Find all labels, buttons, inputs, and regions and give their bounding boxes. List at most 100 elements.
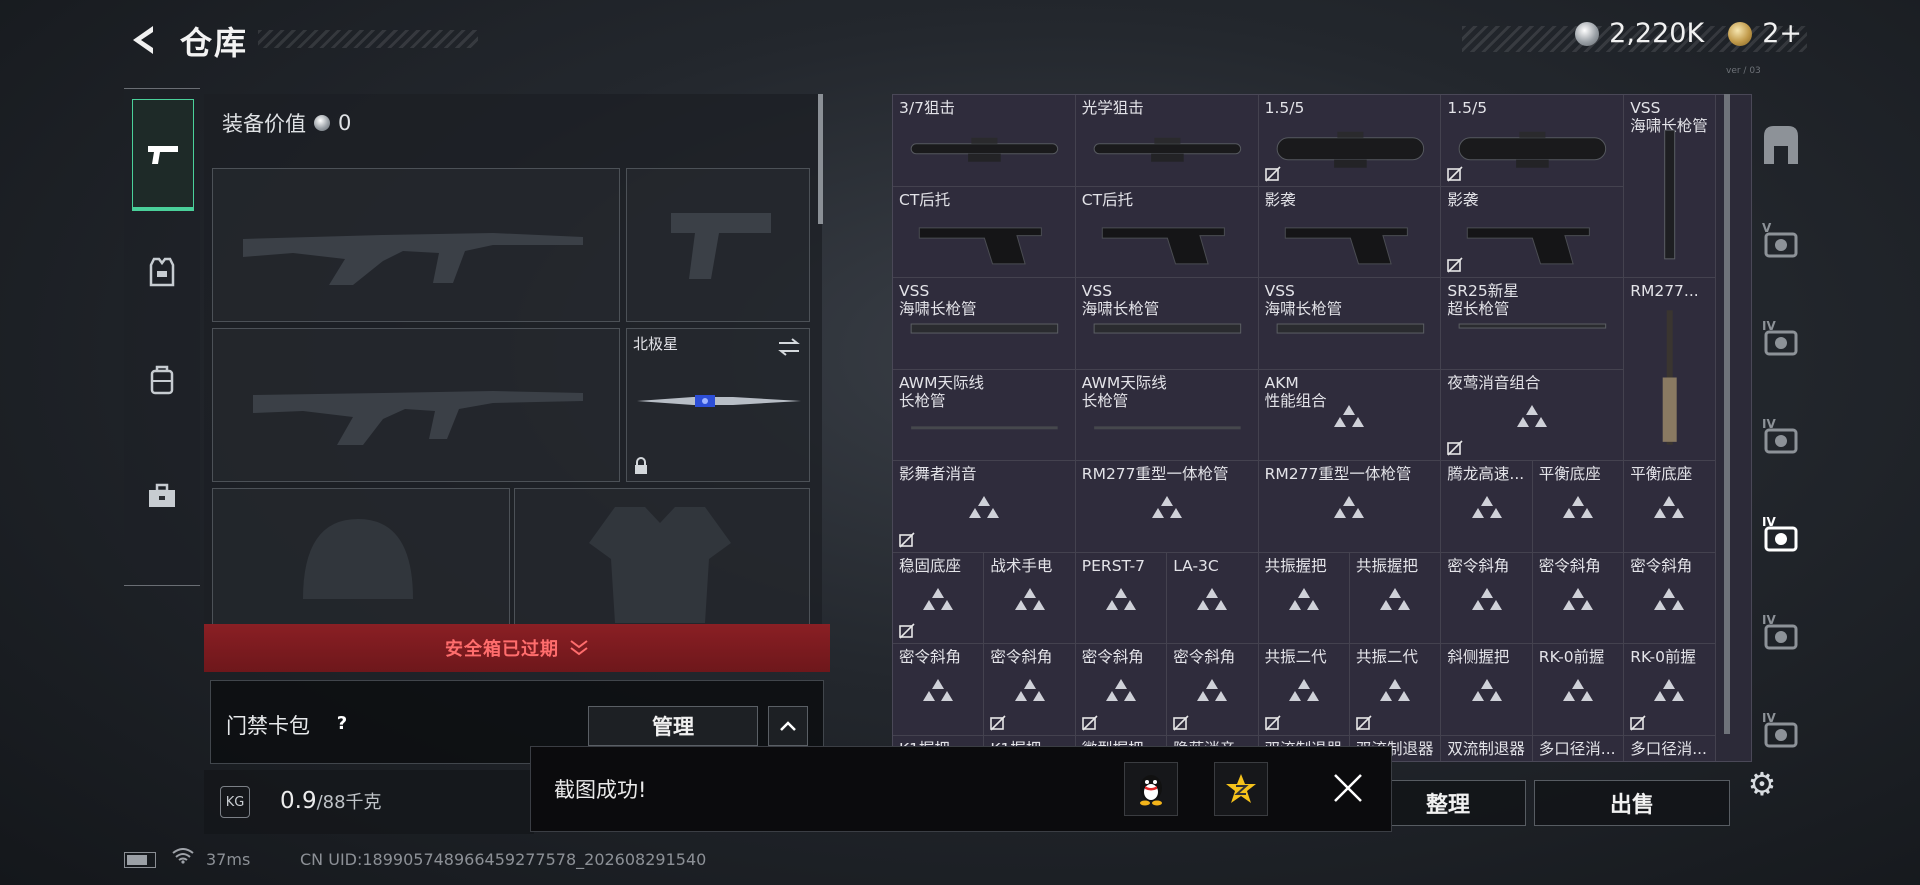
- category-scope-icon[interactable]: V: [1742, 198, 1820, 288]
- equipment-scrollbar[interactable]: [818, 94, 823, 224]
- storage-item[interactable]: 密令斜角: [984, 644, 1076, 736]
- storage-item[interactable]: 密令斜角: [1441, 552, 1533, 644]
- sell-button[interactable]: 出售: [1534, 780, 1730, 826]
- storage-item[interactable]: 斜侧握把: [1441, 644, 1533, 736]
- storage-item[interactable]: 夜莺消音组合: [1441, 369, 1625, 461]
- storage-item[interactable]: 多口径消...: [1624, 735, 1716, 761]
- storage-item-name: 共振二代: [1264, 648, 1327, 666]
- storage-item-name: 密令斜角: [1447, 556, 1510, 575]
- storage-item[interactable]: CT后托: [893, 186, 1076, 278]
- rifle-icon: [1662, 310, 1677, 445]
- expand-button[interactable]: [768, 706, 808, 746]
- storage-item[interactable]: RK-0前握: [1532, 644, 1625, 736]
- rarity-triangle-icon: [1288, 587, 1319, 610]
- helmet-slot[interactable]: [212, 488, 510, 626]
- storage-item[interactable]: 1.5/5: [1441, 95, 1625, 187]
- back-arrow-icon: [133, 26, 153, 54]
- premium-amount[interactable]: 2+: [1762, 18, 1802, 49]
- tab-case[interactable]: [132, 441, 192, 551]
- storage-scrollbar[interactable]: [1724, 94, 1730, 734]
- sidearm-slot[interactable]: [626, 168, 810, 322]
- storage-item[interactable]: LA-3C: [1167, 552, 1259, 644]
- currency-display: 2,220K 2+: [1575, 18, 1802, 49]
- secondary-weapon-slot[interactable]: [212, 328, 620, 482]
- storage-item[interactable]: AWM天际线 长枪管: [893, 369, 1076, 461]
- rarity-triangle-icon: [1334, 496, 1365, 519]
- close-icon[interactable]: [1326, 766, 1370, 810]
- tab-armor[interactable]: [132, 217, 192, 327]
- storage-item-name: RM277重型一体枪管: [1081, 465, 1229, 483]
- stock-icon: [1284, 226, 1408, 264]
- no-trade-icon: [1356, 714, 1372, 731]
- storage-item[interactable]: 光学狙击: [1075, 95, 1259, 187]
- tab-backpack[interactable]: [132, 325, 192, 435]
- storage-item[interactable]: 影袭: [1258, 186, 1442, 278]
- rarity-triangle-icon: [1654, 679, 1685, 702]
- back-button[interactable]: [124, 20, 160, 60]
- scope-icon: [910, 137, 1059, 162]
- storage-item[interactable]: PERST-7: [1075, 552, 1168, 644]
- vest-icon: [149, 257, 175, 287]
- storage-item[interactable]: 多口径消...: [1532, 735, 1625, 761]
- storage-item[interactable]: 密令斜角: [1167, 644, 1259, 736]
- safebox-status-text: 安全箱已过期: [445, 639, 559, 660]
- help-icon[interactable]: ?: [330, 712, 354, 736]
- storage-item[interactable]: AKM 性能组合: [1258, 369, 1442, 461]
- storage-item[interactable]: 共振握把: [1258, 552, 1350, 644]
- storage-item[interactable]: 平衡底座: [1532, 461, 1625, 553]
- storage-item[interactable]: 共振二代: [1350, 644, 1442, 736]
- primary-weapon-slot[interactable]: [212, 168, 620, 322]
- rarity-triangle-icon: [1471, 496, 1502, 519]
- melee-name: 北极星: [633, 335, 679, 353]
- manage-button[interactable]: 管理: [588, 706, 758, 746]
- storage-item[interactable]: 共振握把: [1350, 552, 1442, 644]
- page-title: 仓库: [180, 24, 249, 62]
- category-muzzle-icon[interactable]: IV: [1742, 394, 1820, 484]
- storage-item[interactable]: 密令斜角: [893, 644, 985, 736]
- safebox-expired-banner[interactable]: 安全箱已过期: [204, 624, 830, 672]
- storage-item[interactable]: 战术手电: [984, 552, 1076, 644]
- storage-item[interactable]: VSS 海啸长枪管: [893, 278, 1076, 370]
- body-armor-slot[interactable]: [514, 488, 810, 626]
- svg-text:IV: IV: [1762, 417, 1776, 431]
- gear-icon[interactable]: ⚙: [1744, 765, 1780, 803]
- version-text: ver / 03: [1726, 66, 1761, 76]
- melee-slot[interactable]: 北极星: [626, 328, 810, 482]
- swap-icon[interactable]: [777, 337, 801, 357]
- storage-item[interactable]: 影袭: [1441, 186, 1625, 278]
- no-trade-icon: [1264, 714, 1281, 731]
- storage-item[interactable]: 稳固底座: [893, 552, 985, 644]
- category-barrel-icon[interactable]: IV: [1742, 492, 1820, 582]
- no-trade-icon: [1447, 165, 1463, 182]
- category-all-icon[interactable]: [1742, 100, 1820, 190]
- storage-item[interactable]: 共振二代: [1258, 644, 1350, 736]
- category-stock-icon[interactable]: IV: [1742, 296, 1820, 386]
- storage-item[interactable]: RM277重型一体枪管: [1075, 461, 1259, 553]
- tab-weapons[interactable]: [132, 99, 194, 211]
- storage-item[interactable]: 腾龙高速...: [1441, 461, 1533, 553]
- storage-item[interactable]: VSS 海啸长枪管: [1624, 95, 1716, 278]
- storage-item[interactable]: 1.5/5: [1258, 95, 1442, 187]
- category-grip-icon[interactable]: IV: [1742, 590, 1820, 680]
- battery-icon: [124, 852, 156, 868]
- long-barrel-icon: [911, 425, 1058, 429]
- storage-item[interactable]: VSS 海啸长枪管: [1258, 278, 1442, 370]
- share-qzone-button[interactable]: [1214, 762, 1268, 816]
- rarity-triangle-icon: [1197, 679, 1228, 702]
- storage-item[interactable]: CT后托: [1075, 186, 1259, 278]
- storage-item[interactable]: RM277重型一体枪管: [1258, 461, 1442, 553]
- storage-item[interactable]: 密令斜角: [1075, 644, 1168, 736]
- storage-item[interactable]: 密令斜角: [1624, 552, 1716, 644]
- storage-item[interactable]: 3/7狙击: [893, 95, 1076, 187]
- storage-item[interactable]: SR25新星 超长枪管: [1441, 278, 1625, 370]
- storage-item[interactable]: 双流制退器: [1441, 735, 1533, 761]
- storage-item[interactable]: 密令斜角: [1532, 552, 1625, 644]
- storage-item[interactable]: AWM天际线 长枪管: [1075, 369, 1259, 461]
- sort-button[interactable]: 整理: [1370, 780, 1526, 826]
- storage-item[interactable]: 影舞者消音: [893, 461, 1076, 553]
- storage-item[interactable]: VSS 海啸长枪管: [1075, 278, 1259, 370]
- storage-item[interactable]: RK-0前握: [1624, 644, 1716, 736]
- storage-item[interactable]: RM277...: [1624, 278, 1716, 461]
- storage-item[interactable]: 平衡底座: [1624, 461, 1716, 553]
- share-qq-button[interactable]: [1124, 762, 1178, 816]
